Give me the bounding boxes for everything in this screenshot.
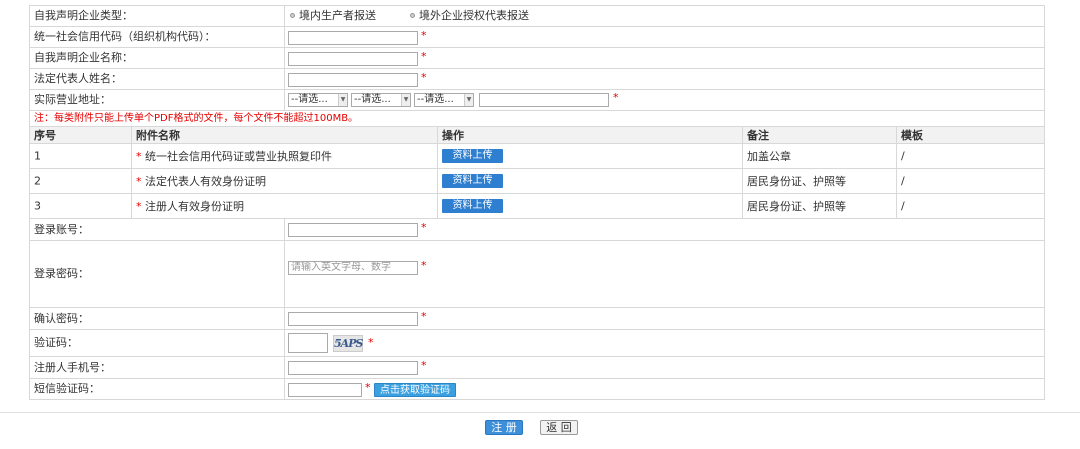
- confirm-password-input[interactable]: [288, 312, 418, 326]
- row-no: 2: [34, 174, 41, 188]
- attachment-note: 注：每类附件只能上传单个PDF格式的文件，每个文件不能超过100MB。: [34, 113, 359, 124]
- row-template: /: [901, 199, 905, 213]
- company-name-input[interactable]: [288, 52, 418, 66]
- row-confirm-password: 确认密码： *: [30, 308, 1044, 330]
- get-sms-code-button[interactable]: 点击获取验证码: [374, 383, 456, 397]
- row-name-text: 统一社会信用代码证或营业执照复印件: [145, 150, 332, 163]
- row-remark: 居民身份证、护照等: [747, 175, 846, 188]
- upload-button[interactable]: 资料上传: [442, 149, 503, 163]
- required-mark: *: [421, 29, 427, 42]
- row-credit-code: 统一社会信用代码（组织机构代码）： *: [30, 27, 1044, 48]
- login-account-input[interactable]: [288, 223, 418, 237]
- required-mark: *: [421, 71, 427, 84]
- row-captcha: 验证码： 5APS *: [30, 330, 1044, 357]
- captcha-input[interactable]: [288, 333, 328, 353]
- required-mark: *: [136, 175, 142, 188]
- credit-code-input[interactable]: [288, 31, 418, 45]
- chevron-down-icon: ▼: [338, 94, 347, 106]
- district-select[interactable]: --请选... ▼: [414, 93, 474, 107]
- required-mark: *: [136, 200, 142, 213]
- login-account-label: 登录账号：: [30, 219, 285, 240]
- password-label: 登录密码：: [30, 241, 285, 307]
- captcha-image[interactable]: 5APS: [333, 335, 363, 352]
- chevron-down-icon: ▼: [401, 94, 410, 106]
- phone-input[interactable]: [288, 361, 418, 375]
- province-select[interactable]: --请选... ▼: [288, 93, 348, 107]
- required-mark: *: [421, 221, 427, 234]
- confirm-password-label: 确认密码：: [30, 308, 285, 329]
- sms-code-label: 短信验证码：: [30, 379, 285, 399]
- divider: [0, 412, 1080, 413]
- captcha-label: 验证码：: [30, 330, 285, 356]
- registration-form: 自我声明企业类型： 境内生产者报送 境外企业授权代表报送 统一社会信用代码（组织…: [29, 5, 1045, 400]
- radio-overseas-label: 境外企业授权代表报送: [419, 9, 529, 22]
- row-name-text: 注册人有效身份证明: [145, 200, 244, 213]
- row-phone: 注册人手机号： *: [30, 357, 1044, 379]
- company-name-label: 自我声明企业名称：: [30, 48, 285, 68]
- required-mark: *: [421, 259, 427, 272]
- sms-code-input[interactable]: [288, 383, 362, 397]
- row-remark: 居民身份证、护照等: [747, 200, 846, 213]
- row-company-name: 自我声明企业名称： *: [30, 48, 1044, 69]
- radio-domestic-label: 境内生产者报送: [299, 9, 376, 22]
- required-mark: *: [421, 50, 427, 63]
- credit-code-label: 统一社会信用代码（组织机构代码）：: [30, 27, 285, 47]
- row-legal-rep: 法定代表人姓名： *: [30, 69, 1044, 90]
- password-input[interactable]: 请输入英文字母、数字: [288, 261, 418, 275]
- enterprise-type-options: 境内生产者报送 境外企业授权代表报送: [286, 6, 1044, 26]
- table-row: 2 * 法定代表人有效身份证明 资料上传 居民身份证、护照等 /: [30, 169, 1044, 194]
- row-attachment-note: 注：每类附件只能上传单个PDF格式的文件，每个文件不能超过100MB。: [30, 111, 1044, 127]
- row-name: * 统一社会信用代码证或营业执照复印件: [136, 148, 332, 164]
- header-name: 附件名称: [136, 129, 180, 142]
- row-password: 登录密码： 请输入英文字母、数字 *: [30, 241, 1044, 308]
- radio-domestic[interactable]: [290, 13, 295, 18]
- address-label: 实际营业地址：: [30, 90, 285, 110]
- required-mark: *: [613, 91, 619, 104]
- required-mark: *: [368, 336, 374, 349]
- legal-rep-label: 法定代表人姓名：: [30, 69, 285, 89]
- row-name: * 法定代表人有效身份证明: [136, 173, 266, 189]
- city-select[interactable]: --请选... ▼: [351, 93, 411, 107]
- row-sms-code: 短信验证码： * 点击获取验证码: [30, 379, 1044, 400]
- required-mark: *: [421, 359, 427, 372]
- table-row: 1 * 统一社会信用代码证或营业执照复印件 资料上传 加盖公章 /: [30, 144, 1044, 169]
- required-mark: *: [421, 310, 427, 323]
- header-template: 模板: [901, 129, 923, 142]
- row-name: * 注册人有效身份证明: [136, 198, 244, 214]
- attachment-table-header: 序号 附件名称 操作 备注 模板: [30, 127, 1044, 144]
- back-button[interactable]: 返 回: [540, 420, 578, 435]
- table-row: 3 * 注册人有效身份证明 资料上传 居民身份证、护照等 /: [30, 194, 1044, 219]
- register-button[interactable]: 注 册: [485, 420, 523, 435]
- header-action: 操作: [442, 129, 464, 142]
- header-remark: 备注: [747, 129, 769, 142]
- row-template: /: [901, 149, 905, 163]
- row-name-text: 法定代表人有效身份证明: [145, 175, 266, 188]
- enterprise-type-label: 自我声明企业类型：: [30, 6, 285, 26]
- upload-button[interactable]: 资料上传: [442, 174, 503, 188]
- upload-button[interactable]: 资料上传: [442, 199, 503, 213]
- district-select-value: --请选...: [417, 94, 454, 105]
- address-detail-input[interactable]: [479, 93, 609, 107]
- row-address: 实际营业地址： --请选... ▼ --请选... ▼ --请选... ▼ *: [30, 90, 1044, 111]
- row-no: 1: [34, 149, 41, 163]
- required-mark: *: [136, 150, 142, 163]
- row-enterprise-type: 自我声明企业类型： 境内生产者报送 境外企业授权代表报送: [30, 6, 1044, 27]
- radio-overseas[interactable]: [410, 13, 415, 18]
- phone-label: 注册人手机号：: [30, 357, 285, 378]
- row-template: /: [901, 174, 905, 188]
- row-login-account: 登录账号： *: [30, 219, 1044, 241]
- legal-rep-input[interactable]: [288, 73, 418, 87]
- province-select-value: --请选...: [291, 94, 328, 105]
- city-select-value: --请选...: [354, 94, 391, 105]
- chevron-down-icon: ▼: [464, 94, 473, 106]
- header-no: 序号: [34, 129, 56, 142]
- row-no: 3: [34, 199, 41, 213]
- row-remark: 加盖公章: [747, 150, 791, 163]
- required-mark: *: [365, 381, 371, 394]
